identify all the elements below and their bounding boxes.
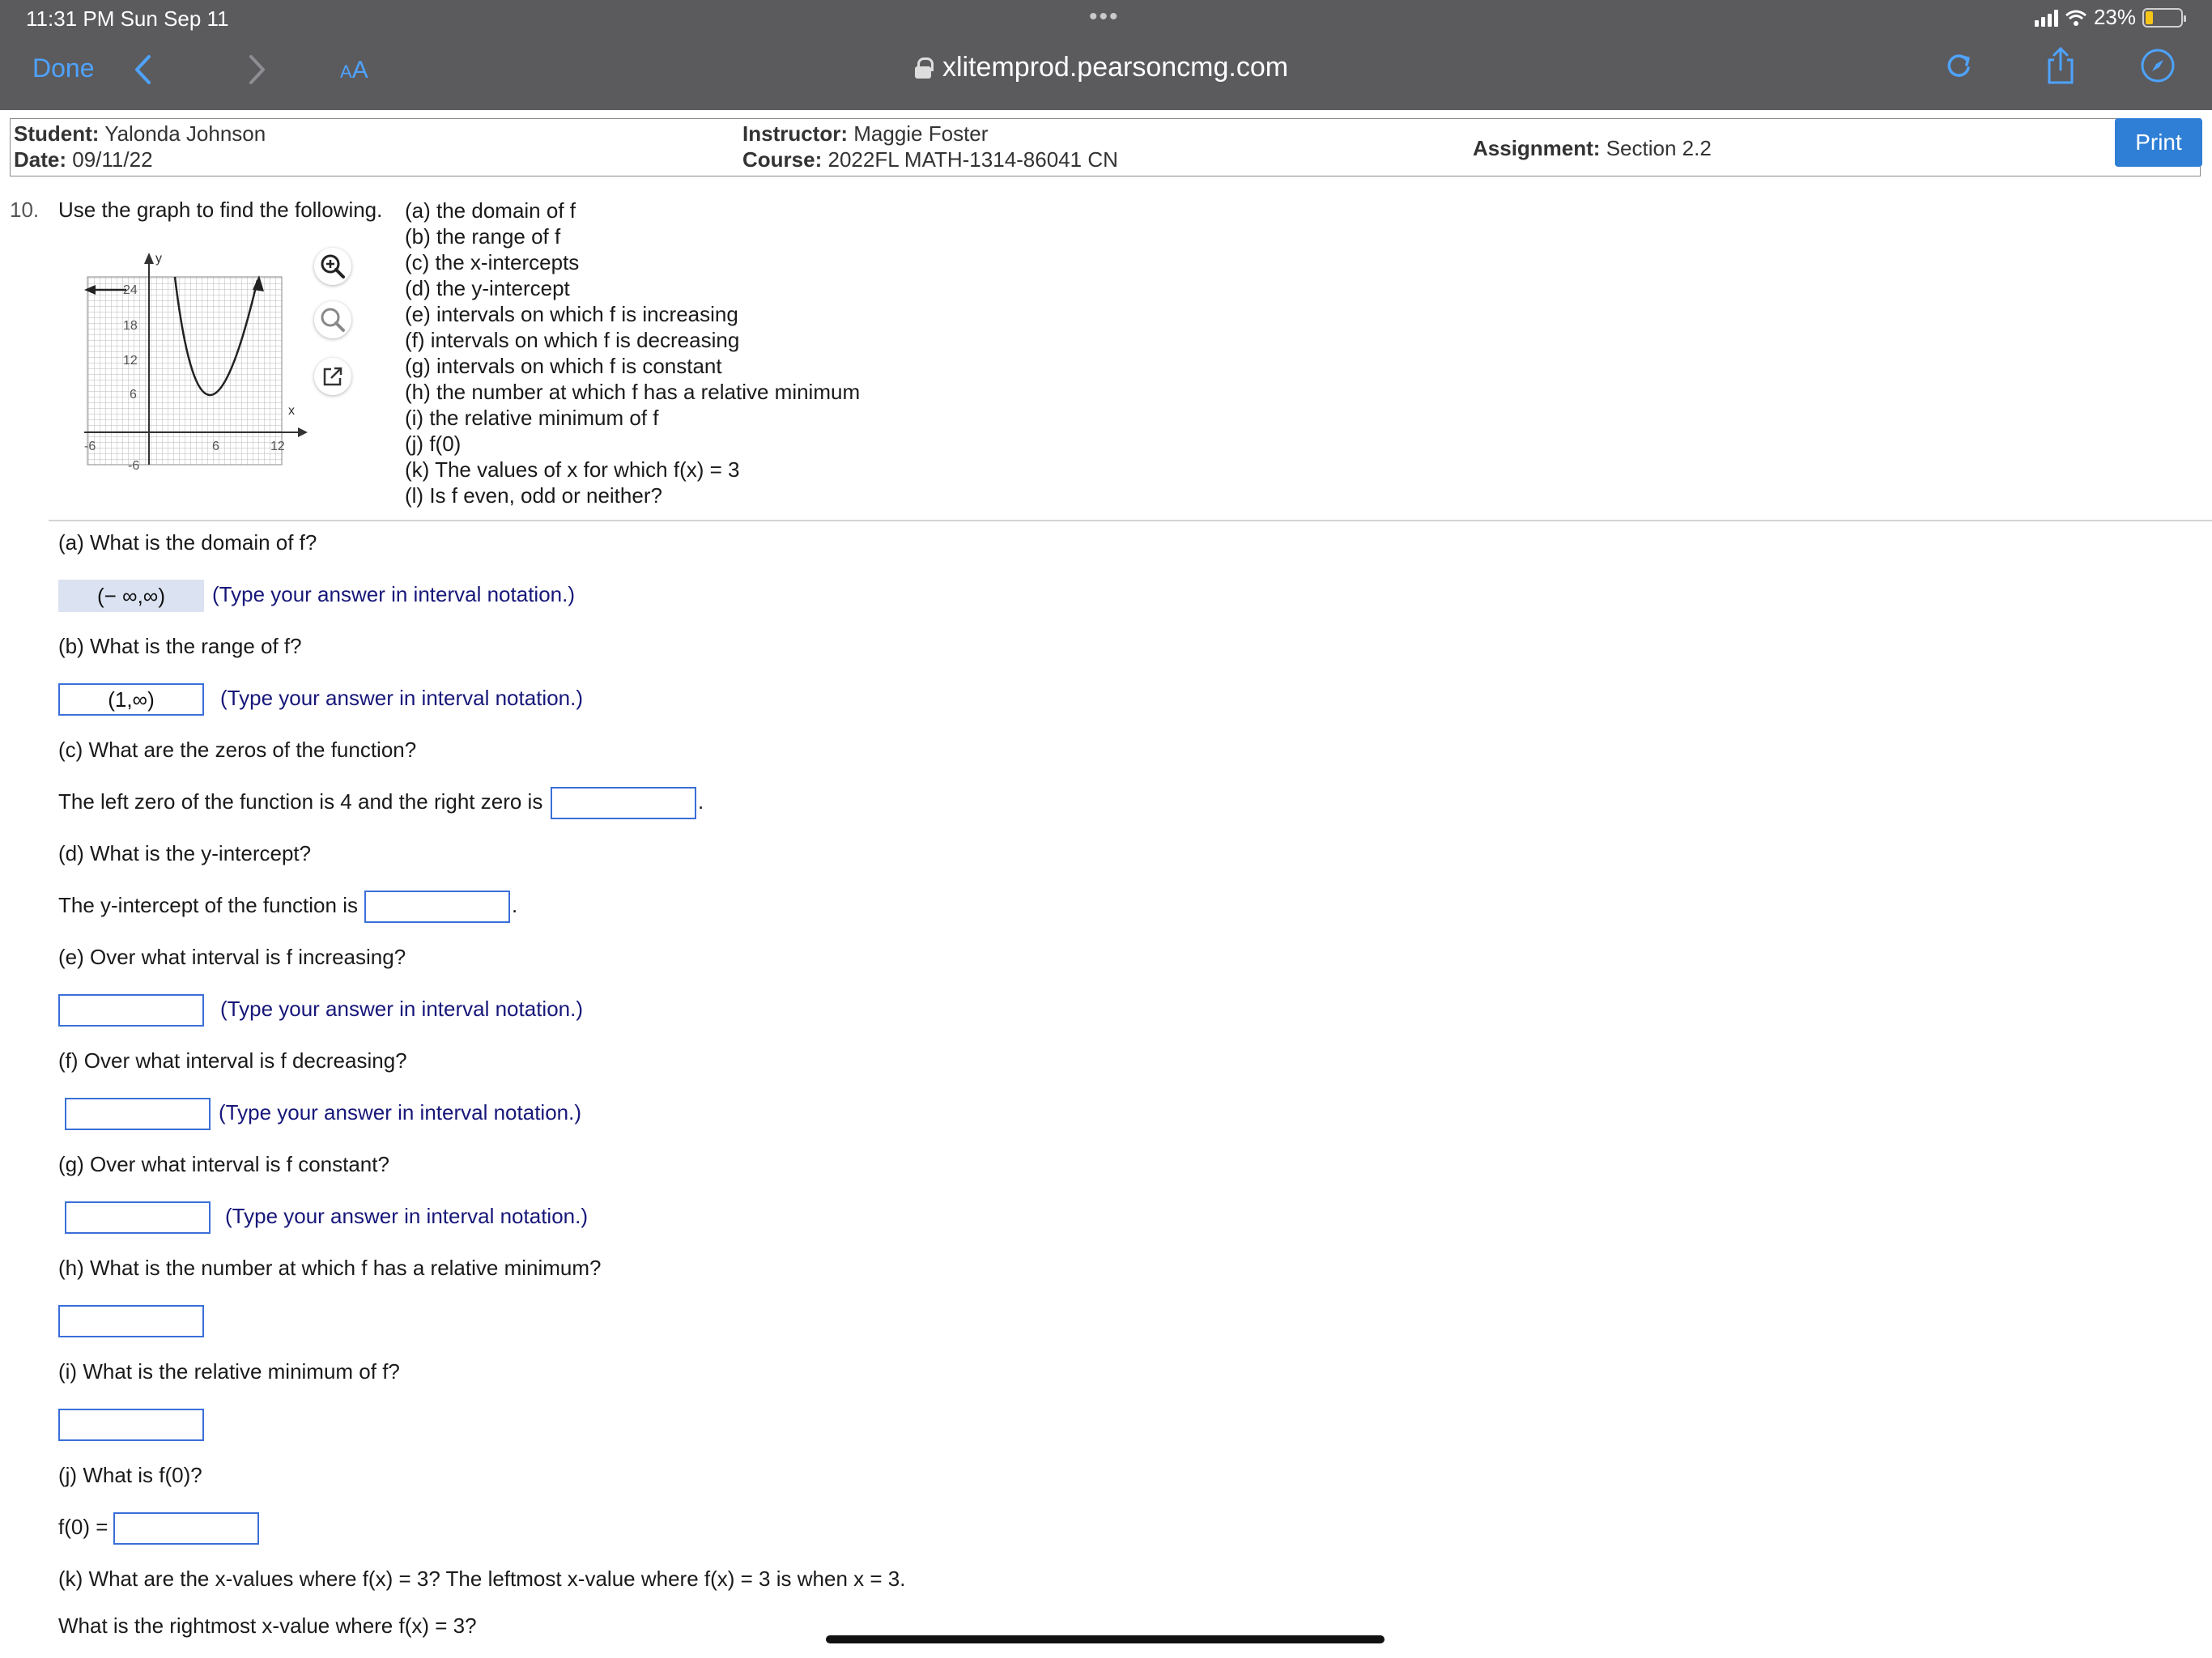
answer-h-field[interactable] [58, 1305, 204, 1337]
multitask-dots[interactable]: ••• [1089, 3, 1120, 31]
course-line: Course: 2022FL MATH-1314-86041 CN [742, 147, 1118, 172]
part-item: (b) the range of f [405, 224, 561, 249]
part-item: (i) the relative minimum of f [405, 406, 659, 430]
x-tick-label: 12 [270, 440, 285, 453]
part-item: (h) the number at which f has a relative… [405, 380, 861, 404]
zoom-in-icon [321, 254, 345, 278]
print-button[interactable]: Print [2115, 118, 2202, 167]
safari-toolbar: 11:31 PM Sun Sep 11 ••• 23% Done AA xlit… [0, 0, 2212, 110]
prompt-g: (g) Over what interval is f constant? [58, 1152, 389, 1176]
lead-j: f(0) = [58, 1515, 108, 1539]
prompt-d: (d) What is the y-intercept? [58, 841, 312, 865]
prompt-f: (f) Over what interval is f decreasing? [58, 1048, 407, 1073]
answer-i-field[interactable] [58, 1409, 204, 1441]
answer-f-field[interactable] [65, 1098, 211, 1130]
x-tick-label: 6 [212, 440, 219, 453]
followup-k: What is the rightmost x-value where f(x)… [58, 1613, 477, 1638]
y-tick-label: -6 [128, 459, 139, 473]
sentence-d: The y-intercept of the function is [58, 893, 358, 917]
function-graph: y x 24 18 12 6 -6 -6 6 12 [84, 252, 308, 473]
sentence-c: The left zero of the function is 4 and t… [58, 789, 543, 814]
status-time: 11:31 PM Sun Sep 11 [26, 6, 229, 31]
part-item: (g) intervals on which f is constant [405, 354, 722, 378]
assignment-line: Assignment: Section 2.2 [1473, 136, 1712, 160]
hint-f: (Type your answer in interval notation.) [219, 1100, 581, 1124]
answer-e-field[interactable] [58, 994, 204, 1027]
back-chevron-icon[interactable] [133, 53, 152, 86]
forward-chevron-icon[interactable] [248, 53, 267, 86]
date-line: Date: 09/11/22 [14, 147, 153, 172]
part-item: (a) the domain of f [405, 198, 576, 223]
part-item: (f) intervals on which f is decreasing [405, 328, 740, 352]
zoom-out-button[interactable] [314, 301, 351, 338]
hint-b: (Type your answer in interval notation.) [220, 686, 583, 710]
hint-a: (Type your answer in interval notation.) [212, 582, 575, 606]
prompt-k: (k) What are the x-values where f(x) = 3… [58, 1567, 906, 1591]
part-item: (l) Is f even, odd or neither? [405, 483, 662, 508]
hint-g: (Type your answer in interval notation.) [225, 1204, 588, 1228]
answer-j-field[interactable] [113, 1512, 259, 1545]
answer-c-field[interactable] [551, 787, 696, 819]
question-intro: Use the graph to find the following. [58, 198, 383, 222]
prompt-b: (b) What is the range of f? [58, 634, 302, 658]
part-item: (j) f(0) [405, 432, 462, 456]
prompt-i: (i) What is the relative minimum of f? [58, 1359, 400, 1384]
reload-icon[interactable] [1940, 47, 1977, 84]
answer-g-field[interactable] [65, 1201, 211, 1234]
part-item: (d) the y-intercept [405, 276, 570, 300]
battery-percent: 23% [2093, 5, 2136, 29]
prompt-a: (a) What is the domain of f? [58, 530, 317, 555]
cellular-signal-icon [2034, 9, 2058, 27]
y-tick-label: 6 [130, 388, 137, 402]
answer-b-field[interactable]: (1,∞) [58, 683, 204, 716]
compass-icon[interactable] [2139, 47, 2176, 84]
y-tick-label: 18 [123, 319, 138, 333]
status-indicators: 23% [2034, 5, 2186, 30]
prompt-c: (c) What are the zeros of the function? [58, 738, 417, 762]
y-axis-label: y [155, 252, 162, 266]
x-axis-label: x [288, 404, 295, 418]
url-text: xlitemprod.pearsoncmg.com [942, 52, 1289, 83]
part-item: (k) The values of x for which f(x) = 3 [405, 457, 740, 482]
text-size-button[interactable]: AA [340, 57, 368, 84]
prompt-h: (h) What is the number at which f has a … [58, 1256, 602, 1280]
zoom-out-icon [321, 308, 345, 332]
instructor-line: Instructor: Maggie Foster [742, 121, 989, 146]
zoom-in-button[interactable] [314, 248, 351, 285]
external-link-icon [323, 367, 342, 386]
x-tick-label: -6 [84, 440, 96, 453]
part-item: (e) intervals on which f is increasing [405, 302, 738, 326]
question-number: 10. [10, 198, 40, 222]
prompt-j: (j) What is f(0)? [58, 1463, 202, 1487]
home-indicator[interactable] [826, 1635, 1385, 1643]
assignment-header: Student: Yalonda Johnson Date: 09/11/22 … [10, 118, 2201, 176]
address-bar[interactable]: xlitemprod.pearsoncmg.com [915, 52, 1288, 83]
answer-a-field[interactable]: (− ∞,∞) [58, 580, 204, 612]
answer-d-field[interactable] [364, 891, 510, 923]
question-parts: (a) the domain of f (b) the range of f (… [405, 198, 860, 508]
hint-e: (Type your answer in interval notation.) [220, 997, 583, 1021]
section-divider [49, 520, 2212, 521]
share-icon[interactable] [2042, 47, 2079, 84]
battery-icon [2142, 7, 2186, 28]
done-button[interactable]: Done [32, 53, 95, 83]
period: . [512, 893, 518, 917]
part-item: (c) the x-intercepts [405, 250, 580, 274]
student-line: Student: Yalonda Johnson [14, 121, 266, 146]
y-tick-label: 12 [123, 354, 138, 368]
lock-icon [915, 57, 934, 79]
wifi-icon [2065, 10, 2087, 26]
prompt-e: (e) Over what interval is f increasing? [58, 945, 406, 969]
popout-button[interactable] [314, 358, 351, 395]
period: . [698, 789, 704, 814]
